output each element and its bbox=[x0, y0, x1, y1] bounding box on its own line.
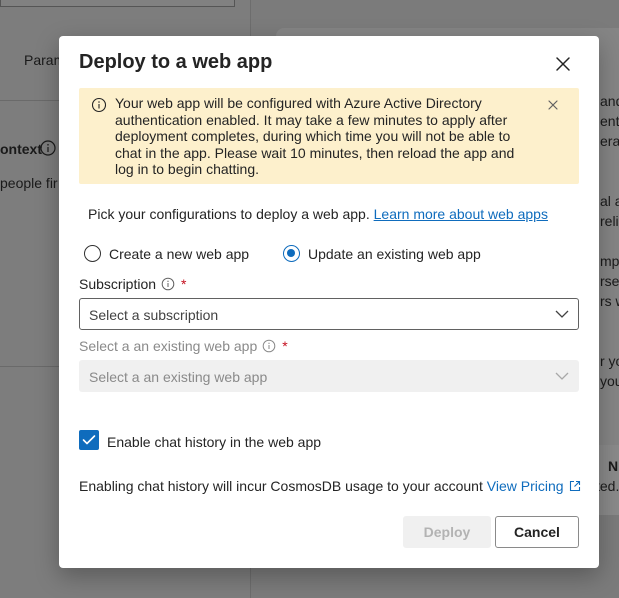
background-fragment: ted. bbox=[596, 478, 619, 494]
background-people-text: people fir bbox=[0, 175, 58, 191]
background-fragment: mple bbox=[600, 253, 619, 269]
info-icon[interactable] bbox=[262, 339, 276, 353]
dismiss-banner-button[interactable] bbox=[545, 97, 561, 113]
deploy-dialog: Deploy to a web app Your web app will be… bbox=[59, 36, 599, 568]
background-fragment: relia bbox=[600, 213, 619, 229]
chat-history-label[interactable]: Enable chat history in the web app bbox=[107, 434, 321, 450]
background-context-label: ontext bbox=[0, 141, 42, 157]
close-dialog-button[interactable] bbox=[549, 50, 577, 78]
close-icon bbox=[548, 100, 558, 110]
deploy-button: Deploy bbox=[403, 516, 491, 548]
existing-app-select: Select a an existing web app bbox=[79, 360, 579, 392]
background-fragment: rsel bbox=[600, 273, 619, 289]
subscription-label-text: Subscription bbox=[79, 276, 157, 292]
radio-create-new-web-app[interactable]: Create a new web app bbox=[84, 244, 254, 266]
subscription-select-value: Select a subscription bbox=[89, 307, 219, 323]
radio-circle bbox=[84, 245, 101, 262]
info-icon bbox=[91, 97, 107, 113]
radio-create-label: Create a new web app bbox=[109, 246, 250, 262]
subscription-label: Subscription * bbox=[79, 276, 187, 292]
cancel-button[interactable]: Cancel bbox=[495, 516, 579, 548]
learn-more-link[interactable]: Learn more about web apps bbox=[374, 206, 548, 222]
existing-app-select-value: Select a an existing web app bbox=[89, 369, 268, 385]
info-icon[interactable] bbox=[161, 277, 175, 291]
background-fragment: you bbox=[600, 373, 619, 389]
background-fragment: r yo bbox=[600, 353, 619, 369]
intro-text: Pick your configurations to deploy a web… bbox=[88, 206, 548, 222]
view-pricing-label: View Pricing bbox=[486, 478, 564, 494]
banner-message: Your web app will be configured with Azu… bbox=[115, 95, 515, 177]
dialog-title: Deploy to a web app bbox=[79, 51, 273, 73]
existing-app-label-text: Select a an existing web app bbox=[79, 338, 258, 354]
background-info-icon bbox=[40, 140, 56, 159]
chat-history-checkbox[interactable] bbox=[79, 430, 99, 450]
cosmosdb-note-text: Enabling chat history will incur CosmosD… bbox=[79, 478, 487, 494]
chevron-down-icon bbox=[555, 372, 569, 380]
subscription-select[interactable]: Select a subscription bbox=[79, 298, 579, 330]
checkmark-icon bbox=[82, 435, 96, 445]
background-fragment: and bbox=[600, 93, 619, 109]
radio-update-label: Update an existing web app bbox=[308, 246, 481, 262]
background-fragment: rs w bbox=[600, 293, 619, 309]
cosmosdb-note: Enabling chat history will incur CosmosD… bbox=[79, 478, 581, 494]
warning-banner: Your web app will be configured with Azu… bbox=[79, 88, 579, 184]
required-mark: * bbox=[282, 338, 288, 354]
chevron-down-icon bbox=[555, 310, 569, 318]
existing-app-label: Select a an existing web app * bbox=[79, 338, 288, 354]
required-mark: * bbox=[181, 276, 187, 292]
radio-update-existing-web-app[interactable]: Update an existing web app bbox=[283, 244, 493, 266]
background-fragment: N bbox=[608, 458, 619, 474]
external-link-icon bbox=[569, 480, 580, 492]
view-pricing-link[interactable]: View Pricing bbox=[487, 478, 581, 494]
background-fragment: ent, bbox=[600, 113, 619, 129]
intro-label: Pick your configurations to deploy a web… bbox=[88, 206, 374, 222]
background-fragment: erat bbox=[600, 133, 619, 149]
radio-circle-checked bbox=[283, 245, 300, 262]
background-fragment: al a bbox=[600, 193, 619, 209]
close-icon bbox=[556, 57, 570, 71]
background-input-box bbox=[0, 0, 235, 7]
